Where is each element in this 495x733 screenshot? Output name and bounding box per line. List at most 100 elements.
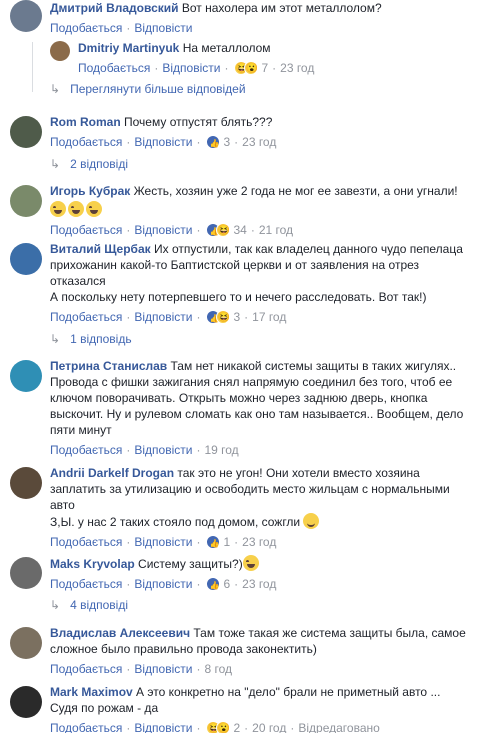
view-replies-link[interactable]: ↳ 1 відповідь [50,332,132,346]
like-button[interactable]: Подобається [50,661,122,677]
haha-reaction-icon [216,310,231,326]
reactions[interactable] [206,223,231,240]
comment-text-line: А поскольку нету потерпевшего то и нечег… [50,290,427,304]
emoji-row [50,201,489,218]
comment-text: Жесть, хозяин уже 2 года не мог ее завез… [133,184,458,198]
timestamp[interactable]: 21 год [259,222,293,238]
comment-text-line: выскочит. Ну и рулевом сломать как оно т… [50,407,464,421]
reply-button[interactable]: Відповісти [134,534,192,550]
comment-text-line: пяти минут [50,423,112,437]
comment-text-line: авто [50,498,75,512]
smile-emoji-icon [303,513,320,529]
comment-text-line: так это не угон! Они хотели вместо хозяи… [177,466,420,480]
reactions[interactable] [206,721,231,733]
avatar[interactable] [10,116,42,148]
comment-text: Систему защиты?) [138,557,243,571]
comment-author[interactable]: Andrii Darkelf Drogan [50,466,174,480]
comment-mark-maximov: Mark Maximov А это конкретно на "дело" б… [10,684,489,733]
reactions[interactable] [206,535,221,552]
reply-button[interactable]: Відповісти [134,442,192,458]
avatar[interactable] [10,467,42,499]
comment-andrii-drogan: Andrii Darkelf Drogan так это не угон! О… [10,465,489,552]
timestamp[interactable]: 8 год [204,661,232,677]
reply-button[interactable]: Відповісти [134,20,192,36]
reply-arrow-icon: ↳ [50,332,61,346]
reaction-count: 1 [223,535,231,549]
comment-petrina-stanislav: Петрина Станислав Там нет никакой систем… [10,358,489,458]
like-button[interactable]: Подобається [50,534,122,550]
comment-author[interactable]: Dmitriy Martinyuk [78,41,179,55]
reply-button[interactable]: Відповісти [162,60,220,76]
avatar[interactable] [50,41,70,61]
like-button[interactable]: Подобається [50,222,122,238]
laugh-emoji-icon [50,201,66,217]
comment-maks-kryvolap: Maks Kryvolap Систему защиты?) Подобаєть… [10,555,489,595]
timestamp[interactable]: 19 год [204,442,238,458]
reactions[interactable] [234,61,259,77]
comment-text-line: Там тоже такая же система защиты была, с… [193,626,466,640]
avatar[interactable] [10,686,42,718]
avatar[interactable] [10,627,42,659]
reaction-count: 6 [223,577,231,591]
comment-author[interactable]: Игорь Кубрак [50,184,130,198]
avatar[interactable] [10,0,42,32]
comment-author[interactable]: Maks Kryvolap [50,557,135,571]
timestamp[interactable]: 23 год [242,134,276,150]
timestamp[interactable]: 23 год [280,60,314,76]
avatar[interactable] [10,360,42,392]
laugh-emoji-icon [68,201,84,217]
like-button[interactable]: Подобається [50,134,122,150]
comment-author[interactable]: Mark Maximov [50,685,133,699]
reply-button[interactable]: Відповісти [134,661,192,677]
comment-rom-roman: Rom Roman Почему отпустят блять??? Подоб… [10,114,489,154]
replies-count-label: 2 відповіді [70,157,128,171]
timestamp[interactable]: 23 год [242,576,276,592]
comment-text-line: сложное было правильно провода законекти… [50,642,317,656]
reply-button[interactable]: Відповісти [134,222,192,238]
reply-arrow-icon: ↳ [50,598,61,612]
avatar[interactable] [10,185,42,217]
view-replies-link[interactable]: ↳ 4 відповіді [50,598,128,612]
avatar[interactable] [10,557,42,589]
comment-author[interactable]: Виталий Щербак [50,242,151,256]
reply-button[interactable]: Відповісти [134,576,192,592]
comment-text-line: З,Ы. у нас 2 таких стояло под домом, сож… [50,515,301,529]
comment-author[interactable]: Дмитрий Владовский [50,1,179,15]
comment-vitaliy-scherbak: Виталий Щербак Их отпустили, так как вла… [10,241,489,327]
more-replies-label: Переглянути більше відповідей [70,82,246,96]
reaction-count: 3 [223,135,231,149]
avatar[interactable] [10,243,42,275]
more-replies-link[interactable]: ↳ Переглянути більше відповідей [50,82,246,96]
timestamp[interactable]: 20 год [252,720,286,733]
wow-reaction-icon [244,61,259,77]
haha-reaction-icon [216,223,231,239]
laugh-emoji-icon [86,201,102,217]
like-button[interactable]: Подобається [50,576,122,592]
comment-author[interactable]: Петрина Станислав [50,359,167,373]
reply-button[interactable]: Відповісти [134,720,192,733]
comment-text-line: Там нет никакой системы защиты в таких ж… [170,359,457,373]
reactions[interactable] [206,577,221,594]
like-reaction-icon [206,535,221,552]
reaction-count: 2 [233,721,241,733]
comment-vladislav-alekseevich: Владислав Алексеевич Там тоже такая же с… [10,625,489,677]
like-button[interactable]: Подобається [50,720,122,733]
comment-author[interactable]: Владислав Алексеевич [50,626,190,640]
reply-arrow-icon: ↳ [50,157,61,171]
like-button[interactable]: Подобається [78,60,150,76]
like-button[interactable]: Подобається [50,442,122,458]
reactions[interactable] [206,135,221,152]
timestamp[interactable]: 23 год [242,534,276,550]
reply-button[interactable]: Відповісти [134,309,192,325]
like-button[interactable]: Подобається [50,20,122,36]
edited-label[interactable]: Відредаговано [298,720,379,733]
replies-count-label: 1 відповідь [70,332,132,346]
reply-button[interactable]: Відповісти [134,134,192,150]
comment-igor-kubrak: Игорь Кубрак Жесть, хозяин уже 2 года не… [10,183,489,240]
like-button[interactable]: Подобається [50,309,122,325]
timestamp[interactable]: 17 год [252,309,286,325]
reactions[interactable] [206,310,231,327]
view-replies-link[interactable]: ↳ 2 відповіді [50,157,128,171]
comment-text-line: Их отпустили, так как владелец данного ч… [153,242,463,256]
comment-author[interactable]: Rom Roman [50,115,121,129]
